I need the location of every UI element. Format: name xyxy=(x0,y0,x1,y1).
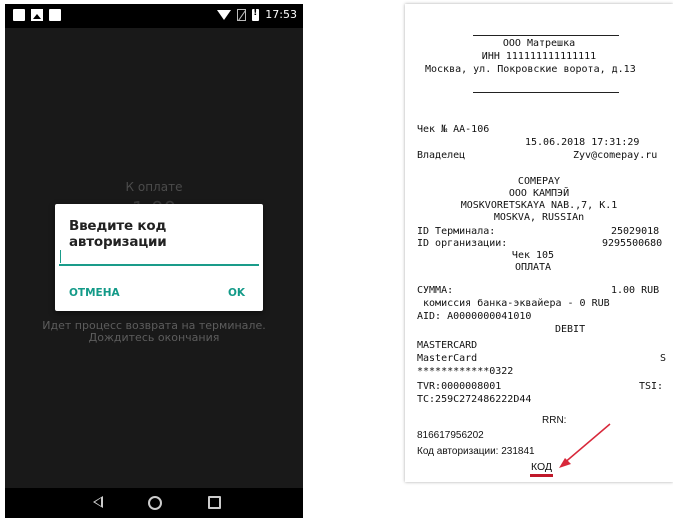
kod-label: КОД xyxy=(531,461,553,473)
tvr: TVR:0000008001 xyxy=(417,381,502,392)
recent-apps-icon[interactable] xyxy=(208,496,221,509)
text-cursor xyxy=(60,250,61,263)
receipt: ООО Матрешка ИНН 111111111111111 Москва,… xyxy=(405,4,673,482)
status-time: 17:53 xyxy=(265,8,297,21)
wifi-icon xyxy=(217,9,232,20)
back-icon[interactable] xyxy=(93,496,103,508)
terminal-id: 25029018 xyxy=(611,226,660,237)
tsi: TSI: xyxy=(639,381,664,392)
owner-label: Владелец xyxy=(417,150,466,161)
address: Москва, ул. Покровские ворота, д.13 xyxy=(425,64,636,75)
process-message: Идет процесс возврата на терминале. Дожд… xyxy=(42,319,266,344)
bank-line: MOSKVA, RUSSIAn xyxy=(493,212,585,223)
status-bar: 17:53 xyxy=(5,4,303,28)
navigation-bar xyxy=(5,488,303,518)
no-sim-icon xyxy=(237,8,247,21)
card-number: ************0322 xyxy=(417,366,514,377)
sum-label: СУММА: xyxy=(417,285,454,296)
pointer-arrow-icon xyxy=(559,423,611,468)
notification-icon xyxy=(49,9,61,21)
auth-code-input[interactable] xyxy=(59,250,259,266)
battery-icon xyxy=(252,8,260,21)
bank-line: ООО КАМПЭЙ xyxy=(508,188,570,199)
divider xyxy=(473,35,619,36)
divider xyxy=(473,92,619,93)
check-datetime: 15.06.2018 17:31:29 xyxy=(525,137,640,148)
cancel-button[interactable]: ОТМЕНА xyxy=(69,287,120,299)
fee-line: комиссия банка-эквайера - 0 RUB xyxy=(417,298,610,309)
card-brand-upper: MASTERCARD xyxy=(417,340,478,351)
rrn-value: 816617956202 xyxy=(417,430,484,441)
auth-code-line: Код авторизации: 231841 xyxy=(417,446,535,457)
bank-line: COMEPAY xyxy=(517,176,561,187)
status-icons: 17:53 xyxy=(217,8,297,21)
card-brand: MasterCard xyxy=(417,353,478,364)
home-icon[interactable] xyxy=(148,496,162,510)
auth-code-dialog: Введите код авторизации ОТМЕНА OK xyxy=(55,204,263,311)
inn: ИНН 111111111111111 xyxy=(481,51,597,62)
check-105: Чек 105 xyxy=(511,250,555,261)
debit: DEBIT xyxy=(555,324,586,335)
payment-word: ОПЛАТА xyxy=(514,262,552,273)
owner-email: Zyv@comepay.ru xyxy=(573,150,658,161)
terminal-id-label: ID Терминала: xyxy=(417,226,496,237)
sum-value: 1.00 RUB xyxy=(611,285,660,296)
notification-icons xyxy=(13,9,61,21)
ok-button[interactable]: OK xyxy=(228,287,245,299)
notification-icon xyxy=(13,9,25,21)
card-s: S xyxy=(660,353,667,364)
org-id-label: ID организации: xyxy=(417,238,508,249)
aid: AID: A0000000041010 xyxy=(417,311,532,322)
payment-label: К оплате xyxy=(125,180,183,194)
tc: TC:259C272486222D44 xyxy=(417,394,532,405)
org-id: 9295500680 xyxy=(602,238,663,249)
org-name: ООО Матрешка xyxy=(502,38,576,49)
check-number: Чек № АА-106 xyxy=(417,124,490,135)
bank-line: MOSKVORETSKAYA NAB.,7, K.1 xyxy=(460,200,618,211)
kod-highlight-underline xyxy=(530,474,553,477)
dialog-title: Введите код авторизации xyxy=(69,218,167,250)
image-notification-icon xyxy=(31,9,43,21)
phone-screen: 17:53 К оплате 1.00 Идет процесс возврат… xyxy=(5,4,303,518)
